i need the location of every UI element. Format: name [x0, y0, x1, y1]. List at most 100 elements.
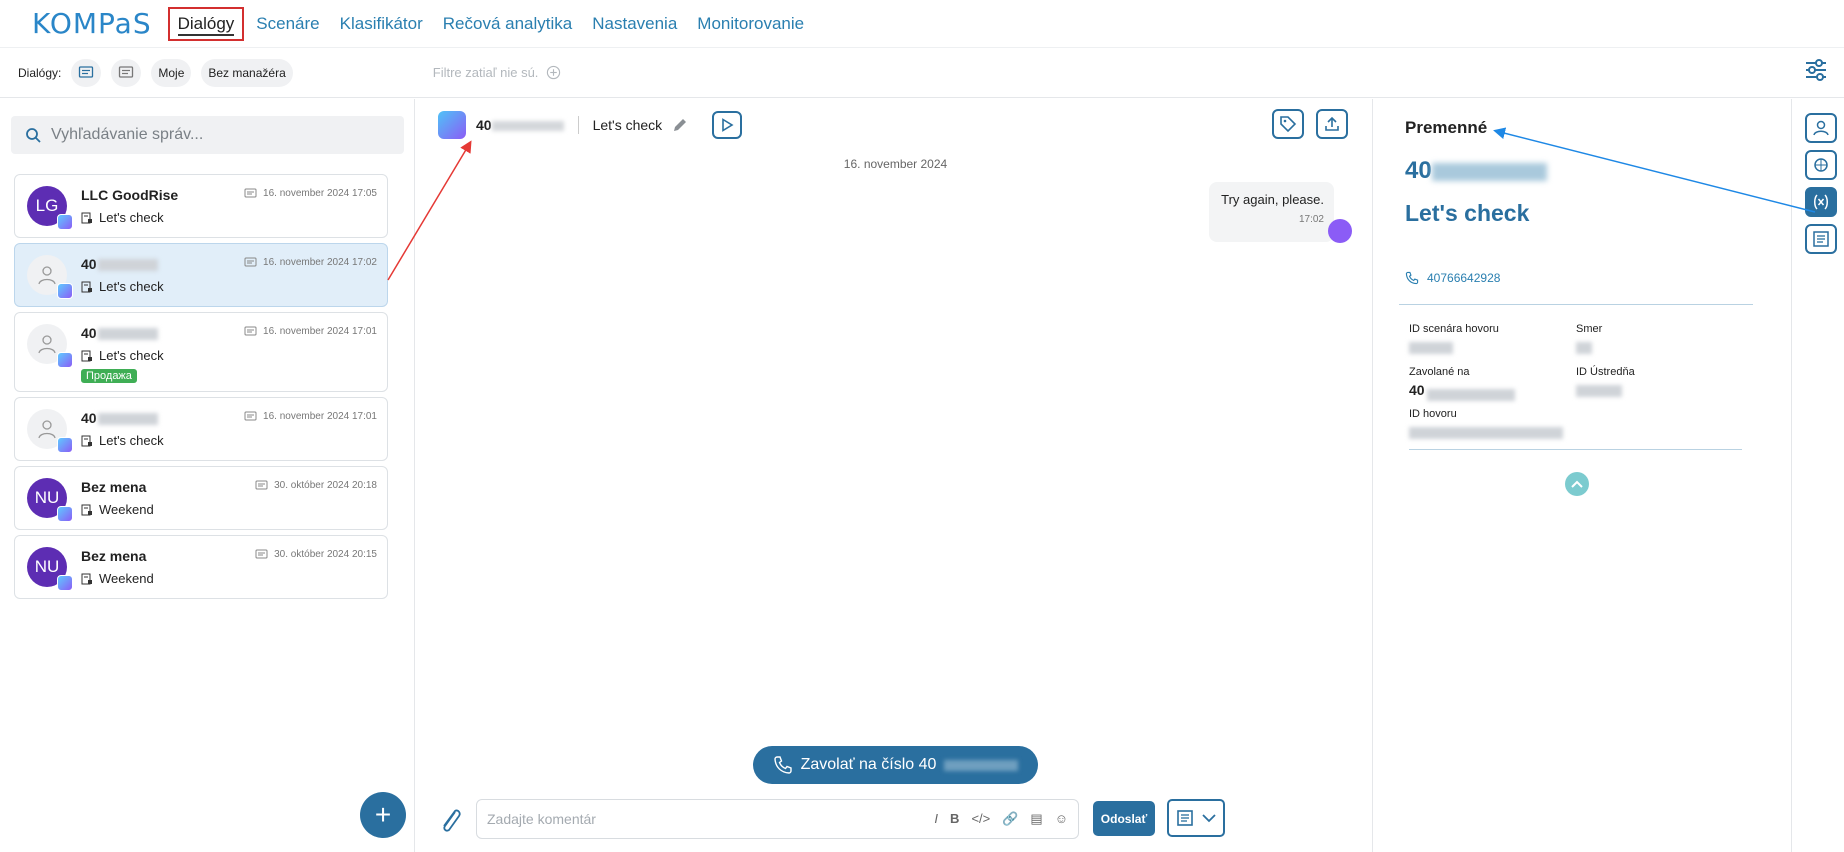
dialog-item[interactable]: 40 16. november 2024 17:02 Let's check: [14, 243, 388, 307]
dialog-item[interactable]: 40 16. november 2024 17:01 Let's check П…: [14, 312, 388, 392]
comment-input[interactable]: Zadajte komentár I B </> 🔗 ▤ ☺: [476, 799, 1079, 839]
divider: [577, 116, 579, 134]
chat-icon: [244, 188, 257, 198]
user-placeholder-icon: [38, 266, 56, 285]
scenario-icon: [81, 350, 92, 361]
user-icon: [1813, 120, 1829, 136]
channel-badge-icon: [57, 283, 73, 299]
call-number-button[interactable]: Zavolať na číslo 40: [753, 746, 1038, 784]
dialog-item[interactable]: NU Bez mena 30. október 2024 20:15 Weeke…: [14, 535, 388, 599]
field-called-to: Zavolané na 40: [1409, 366, 1515, 401]
scenario-icon: [81, 504, 92, 515]
variables-panel: Premenné 40 Let's check 40766642928 ID s…: [1375, 99, 1791, 852]
phone-icon: [773, 756, 792, 774]
send-button[interactable]: Odoslať: [1093, 801, 1155, 836]
dialog-last-message: Let's check: [81, 279, 164, 294]
chat-actions: [1272, 109, 1348, 139]
upload-icon: [1325, 116, 1339, 131]
date-separator: 16. november 2024: [843, 157, 948, 171]
link-icon[interactable]: 🔗: [1002, 811, 1018, 827]
dialog-item[interactable]: 40 16. november 2024 17:01 Let's check: [14, 397, 388, 461]
filter-chat-closed[interactable]: [111, 58, 142, 87]
nav-monitoring[interactable]: Monitorovanie: [697, 12, 804, 36]
dialog-last-message: Let's check: [81, 210, 164, 225]
edit-icon[interactable]: [672, 117, 688, 133]
divider: [1409, 449, 1742, 450]
filter-bar: Dialógy: Moje Bez manažéra Filtre zatiaľ…: [0, 48, 1844, 98]
panel-scenario-name: Let's check: [1405, 200, 1530, 226]
avatar: [27, 324, 73, 368]
dialog-date: 30. október 2024 20:15: [255, 549, 377, 560]
sliders-icon[interactable]: [1802, 56, 1830, 84]
attach-icon[interactable]: [438, 804, 462, 838]
dialog-list: LG LLC GoodRise 16. november 2024 17:05 …: [14, 174, 388, 604]
tag-button[interactable]: [1272, 109, 1304, 139]
add-dialog-button[interactable]: +: [360, 792, 406, 838]
comment-icon[interactable]: ▤: [1030, 811, 1042, 827]
play-button[interactable]: [712, 111, 743, 139]
plus-icon: +: [374, 799, 392, 830]
document-icon: [1813, 231, 1829, 247]
template-button[interactable]: [1167, 799, 1225, 837]
ai-button[interactable]: [1805, 150, 1837, 180]
nav-dialogs[interactable]: Dialógy: [167, 6, 245, 41]
avatar: NU: [27, 547, 73, 591]
side-rail: [1791, 99, 1844, 852]
panel-phone: 40: [1405, 157, 1547, 185]
scenario-icon: [81, 573, 92, 584]
dialog-list-panel: Vyhľadávanie správ... LG LLC GoodRise 16…: [0, 99, 415, 852]
dialog-date: 16. november 2024 17:02: [244, 257, 377, 268]
avatar: LG: [27, 186, 73, 230]
emoji-icon[interactable]: ☺: [1055, 811, 1068, 827]
chevron-up-icon: [1571, 480, 1583, 488]
search-input[interactable]: Vyhľadávanie správ...: [51, 126, 203, 144]
code-icon[interactable]: </>: [971, 811, 990, 827]
dialog-last-message: Weekend: [81, 502, 154, 517]
channel-badge-icon: [57, 506, 73, 522]
nav-settings[interactable]: Nastavenia: [592, 12, 677, 36]
filter-chat-open[interactable]: [71, 58, 102, 87]
dialog-name: 40: [81, 325, 158, 341]
filter-my-chip[interactable]: Moje: [151, 58, 192, 87]
collapse-button[interactable]: [1565, 472, 1589, 496]
chat-icon: [255, 480, 268, 490]
nav-scenarios[interactable]: Scenáre: [256, 12, 319, 36]
channel-badge-icon: [57, 437, 73, 453]
scenario-icon: [81, 212, 92, 223]
dialog-date: 16. november 2024 17:01: [244, 326, 377, 337]
dialog-name: 40: [81, 410, 158, 426]
nav-classifier[interactable]: Klasifikátor: [340, 12, 423, 36]
chat-icon: [244, 257, 257, 267]
chat-panel: 40 Let's check 16. november 2024 Try aga…: [418, 99, 1373, 852]
scenario-icon: [81, 281, 92, 292]
tag-icon: [1280, 116, 1297, 133]
dialog-item[interactable]: LG LLC GoodRise 16. november 2024 17:05 …: [14, 174, 388, 238]
ai-icon: [1814, 158, 1828, 172]
dialog-item[interactable]: NU Bez mena 30. október 2024 20:18 Weeke…: [14, 466, 388, 530]
format-toolbar: I B </> 🔗 ▤ ☺: [934, 811, 1068, 827]
add-filter[interactable]: Filtre zatiaľ nie sú.: [433, 65, 562, 80]
nav-speech-analytics[interactable]: Rečová analytika: [443, 12, 572, 36]
contact-button[interactable]: [1805, 113, 1837, 143]
search-box[interactable]: Vyhľadávanie správ...: [11, 116, 404, 154]
bold-icon[interactable]: B: [950, 811, 959, 827]
export-button[interactable]: [1316, 109, 1348, 139]
add-circle-icon: [547, 65, 561, 80]
app-logo[interactable]: KOMPaS: [32, 7, 152, 40]
filter-no-manager-chip[interactable]: Bez manažéra: [201, 58, 293, 87]
chat-icon: [244, 411, 257, 421]
avatar: [27, 255, 73, 299]
italic-icon[interactable]: I: [934, 811, 938, 827]
main-menu: Dialógy Scenáre Klasifikátor Rečová anal…: [166, 6, 814, 41]
scenario-icon: [81, 435, 92, 446]
search-icon: [26, 128, 41, 143]
channel-badge-icon: [57, 575, 73, 591]
no-filters-text: Filtre zatiaľ nie sú.: [432, 65, 539, 80]
variables-button[interactable]: [1805, 187, 1837, 217]
notes-button[interactable]: [1805, 224, 1837, 254]
user-placeholder-icon: [38, 420, 56, 439]
filter-label: Dialógy:: [18, 65, 62, 80]
dialog-name: LLC GoodRise: [81, 187, 179, 203]
panel-phone-link[interactable]: 40766642928: [1405, 271, 1500, 285]
chat-icon: [79, 65, 94, 78]
